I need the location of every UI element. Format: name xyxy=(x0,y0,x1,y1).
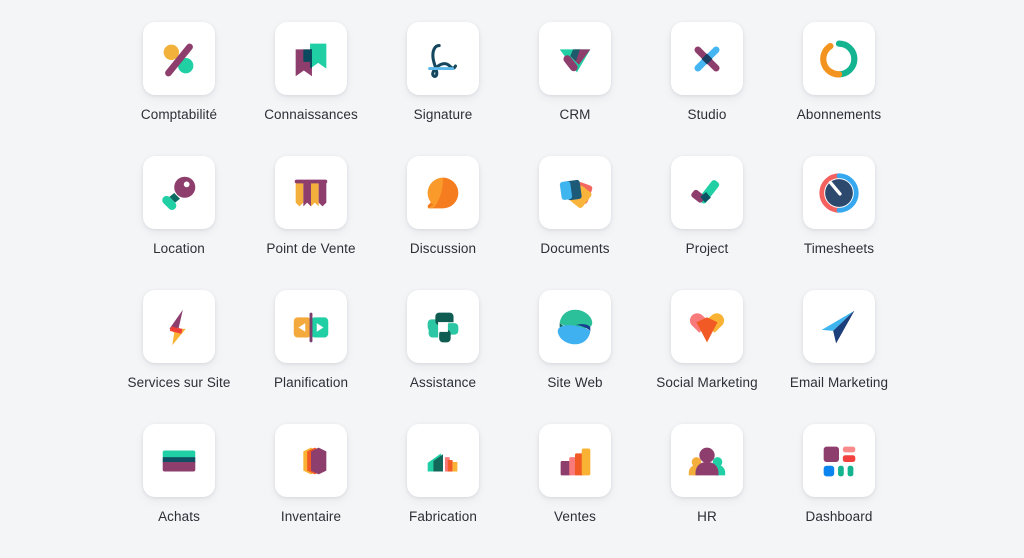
accounting-percent-icon[interactable] xyxy=(143,22,215,95)
app-label: Location xyxy=(153,241,205,256)
app-label: Site Web xyxy=(547,375,603,390)
app-cell[interactable]: Studio xyxy=(641,22,773,156)
helpdesk-cross-icon[interactable] xyxy=(407,290,479,363)
planning-slider-icon[interactable] xyxy=(275,290,347,363)
app-label: Documents xyxy=(540,241,610,256)
app-label: Assistance xyxy=(409,375,477,390)
app-label: Planification xyxy=(273,375,349,390)
project-check-icon[interactable] xyxy=(671,156,743,229)
app-cell[interactable]: Email Marketing xyxy=(773,290,905,424)
app-cell[interactable]: Fabrication xyxy=(377,424,509,558)
app-cell[interactable]: Documents xyxy=(509,156,641,290)
dashboard-tiles-icon[interactable] xyxy=(803,424,875,497)
knowledge-bookmark-icon[interactable] xyxy=(275,22,347,95)
app-label: CRM xyxy=(559,107,591,122)
app-cell[interactable]: Abonnements xyxy=(773,22,905,156)
app-cell[interactable]: Point de Vente xyxy=(245,156,377,290)
rental-key-icon[interactable] xyxy=(143,156,215,229)
signature-pen-icon[interactable] xyxy=(407,22,479,95)
app-label: Project xyxy=(685,241,729,256)
app-label: Connaissances xyxy=(264,107,358,122)
sales-bars-icon[interactable] xyxy=(539,424,611,497)
app-label: Ventes xyxy=(554,509,596,524)
studio-tools-icon[interactable] xyxy=(671,22,743,95)
app-label: Dashboard xyxy=(805,509,873,524)
app-label: Inventaire xyxy=(280,509,342,524)
app-label: Point de Vente xyxy=(266,241,356,256)
email-plane-icon[interactable] xyxy=(803,290,875,363)
app-cell[interactable]: HR xyxy=(641,424,773,558)
app-label: HR xyxy=(697,509,717,524)
app-cell[interactable]: Services sur Site xyxy=(113,290,245,424)
app-cell[interactable]: Assistance xyxy=(377,290,509,424)
app-label: Timesheets xyxy=(803,241,875,256)
app-label: Fabrication xyxy=(409,509,477,524)
website-lens-icon[interactable] xyxy=(539,290,611,363)
app-cell[interactable]: Location xyxy=(113,156,245,290)
app-cell[interactable]: CRM xyxy=(509,22,641,156)
pos-awning-icon[interactable] xyxy=(275,156,347,229)
app-cell[interactable]: Signature xyxy=(377,22,509,156)
app-label: Services sur Site xyxy=(127,375,231,390)
app-label: Social Marketing xyxy=(656,375,758,390)
app-cell[interactable]: Site Web xyxy=(509,290,641,424)
app-cell[interactable]: Social Marketing xyxy=(641,290,773,424)
app-grid: Comptabilité Connaissances Signature CRM Stu… xyxy=(0,0,1024,558)
app-cell[interactable]: Dashboard xyxy=(773,424,905,558)
timesheets-clock-icon[interactable] xyxy=(803,156,875,229)
app-label: Abonnements xyxy=(796,107,882,122)
app-label: Discussion xyxy=(409,241,477,256)
inventory-box-icon[interactable] xyxy=(275,424,347,497)
app-cell[interactable]: Ventes xyxy=(509,424,641,558)
app-cell[interactable]: Inventaire xyxy=(245,424,377,558)
app-label: Email Marketing xyxy=(789,375,889,390)
app-label: Comptabilité xyxy=(140,107,218,122)
crm-handshake-icon[interactable] xyxy=(539,22,611,95)
subscriptions-loop-icon[interactable] xyxy=(803,22,875,95)
app-cell[interactable]: Achats xyxy=(113,424,245,558)
social-heart-icon[interactable] xyxy=(671,290,743,363)
app-cell[interactable]: Connaissances xyxy=(245,22,377,156)
purchase-card-icon[interactable] xyxy=(143,424,215,497)
manufacturing-bars-icon[interactable] xyxy=(407,424,479,497)
app-cell[interactable]: Planification xyxy=(245,290,377,424)
app-cell[interactable]: Discussion xyxy=(377,156,509,290)
app-label: Studio xyxy=(687,107,727,122)
field-service-bolt-icon[interactable] xyxy=(143,290,215,363)
hr-people-icon[interactable] xyxy=(671,424,743,497)
documents-cards-icon[interactable] xyxy=(539,156,611,229)
app-label: Signature xyxy=(413,107,473,122)
discuss-bubble-icon[interactable] xyxy=(407,156,479,229)
app-cell[interactable]: Timesheets xyxy=(773,156,905,290)
app-cell[interactable]: Project xyxy=(641,156,773,290)
app-cell[interactable]: Comptabilité xyxy=(113,22,245,156)
app-label: Achats xyxy=(158,509,200,524)
